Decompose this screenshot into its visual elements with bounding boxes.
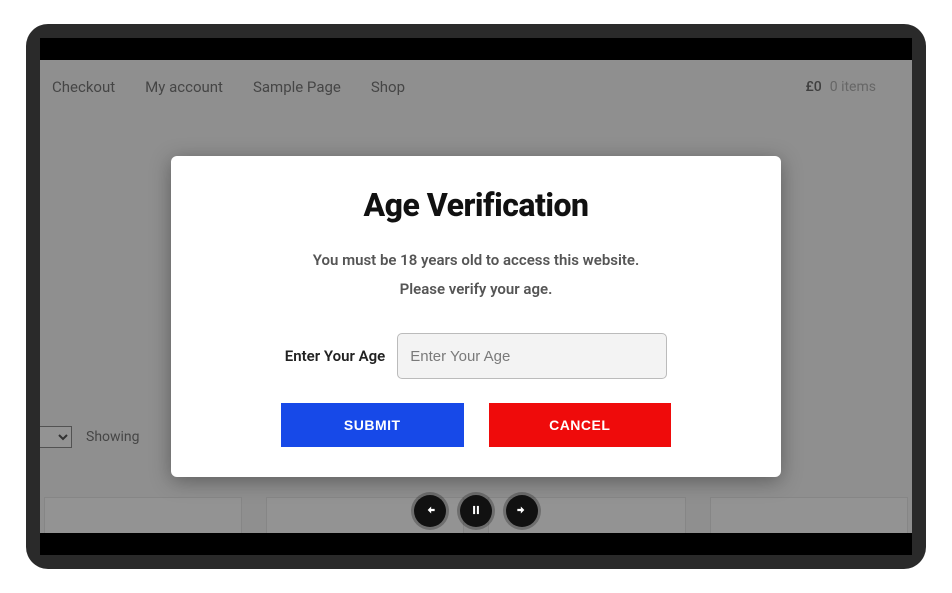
slider-controls — [414, 495, 538, 527]
age-input-label: Enter Your Age — [285, 347, 385, 365]
arrow-left-icon — [423, 503, 437, 520]
screen: Checkout My account Sample Page Shop £0 … — [40, 38, 912, 555]
slider-pause-button[interactable] — [460, 495, 492, 527]
device-frame: Checkout My account Sample Page Shop £0 … — [26, 24, 926, 569]
age-input[interactable] — [397, 333, 667, 379]
slider-prev-button[interactable] — [414, 495, 446, 527]
pause-icon — [469, 503, 483, 520]
page: Checkout My account Sample Page Shop £0 … — [40, 60, 912, 533]
age-verification-modal: Age Verification You must be 18 years ol… — [171, 156, 781, 477]
arrow-right-icon — [515, 503, 529, 520]
browser-topbar — [40, 38, 912, 60]
modal-line-2: Please verify your age. — [219, 275, 733, 304]
submit-button[interactable]: SUBMIT — [281, 403, 464, 447]
browser-bottombar — [40, 533, 912, 555]
slider-next-button[interactable] — [506, 495, 538, 527]
age-input-row: Enter Your Age — [219, 333, 733, 379]
modal-button-row: SUBMIT CANCEL — [219, 403, 733, 447]
modal-line-1: You must be 18 years old to access this … — [219, 246, 733, 275]
modal-title: Age Verification — [219, 186, 733, 224]
cancel-button[interactable]: CANCEL — [489, 403, 672, 447]
modal-overlay: Age Verification You must be 18 years ol… — [40, 60, 912, 533]
